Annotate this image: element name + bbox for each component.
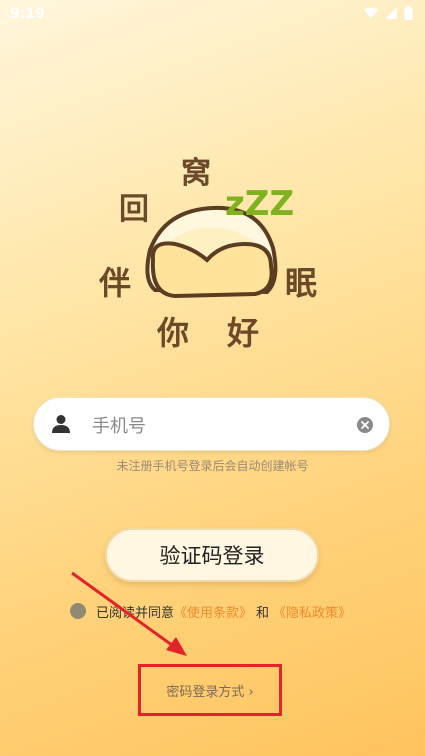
app-logo: 回 窝 zZZ 伴 眠 你 好	[95, 140, 335, 355]
logo-char-mian: 眠	[285, 264, 318, 302]
logo-char-hui: 回	[119, 192, 149, 227]
wifi-icon	[364, 7, 378, 18]
status-icons	[363, 6, 413, 20]
cloud-bed-illustration	[145, 205, 278, 299]
password-login-link[interactable]: 密码登录方式 ›	[138, 664, 282, 716]
phone-field[interactable]	[33, 397, 390, 451]
agreement-row: 已阅读并同意 《使用条款》 和 《隐私政策》	[70, 601, 351, 621]
code-login-button[interactable]: 验证码登录	[105, 528, 319, 582]
agreement-prefix: 已阅读并同意	[96, 605, 175, 621]
phone-input[interactable]	[90, 410, 354, 442]
logo-char-ni: 你	[157, 314, 190, 352]
status-time: 9:19	[10, 6, 45, 22]
logo-char-ban: 伴	[99, 264, 132, 302]
agreement-and: 和	[256, 605, 270, 621]
annotation-arrow	[71, 571, 187, 656]
logo-char-wo: 窝	[181, 156, 211, 191]
battery-icon	[404, 6, 413, 20]
signal-icon	[385, 7, 397, 19]
status-bar: 9:19	[0, 0, 425, 28]
logo-zzz: zZZ	[225, 184, 295, 224]
person-icon	[52, 415, 70, 433]
logo-char-hao: 好	[227, 314, 260, 352]
clear-icon[interactable]	[357, 417, 373, 433]
register-hint: 未注册手机号登录后会自动创建帐号	[116, 459, 309, 473]
privacy-link[interactable]: 《隐私政策》	[273, 602, 351, 621]
terms-link[interactable]: 《使用条款》	[174, 602, 252, 621]
agree-checkbox[interactable]	[70, 603, 86, 619]
